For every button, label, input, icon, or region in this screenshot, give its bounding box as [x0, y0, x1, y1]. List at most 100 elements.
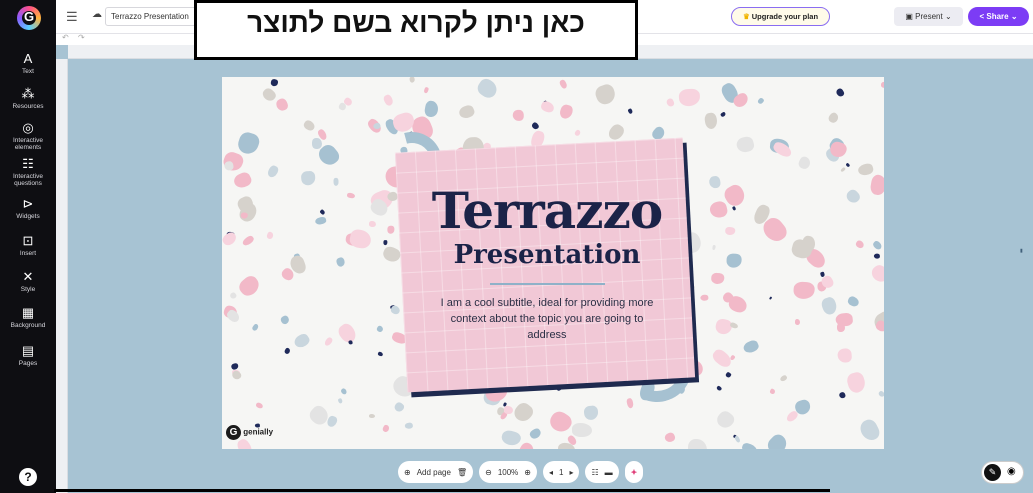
- list-icon[interactable]: ☷: [591, 468, 598, 477]
- present-icon: ▣: [905, 12, 916, 21]
- terrazzo-chip: [765, 431, 791, 449]
- sidebar-item-label: Pages: [18, 360, 38, 367]
- sidebar-item-widgets[interactable]: ⊳ Widgets: [0, 197, 56, 221]
- comment-icon[interactable]: ▬: [605, 468, 613, 477]
- view-options: ☷ ▬: [585, 461, 619, 483]
- share-label: Share: [986, 12, 1009, 21]
- terrazzo-chip: [877, 389, 884, 398]
- sidebar-item-text[interactable]: A Text: [0, 52, 56, 76]
- terrazzo-chip: [390, 304, 402, 316]
- zoom-control: ⊖ 100% ⊕: [479, 461, 537, 483]
- add-page-button[interactable]: ⊕ Add page 🗑: [398, 461, 474, 483]
- terrazzo-chip: [715, 409, 737, 432]
- upgrade-label: Upgrade your plan: [751, 12, 819, 21]
- terrazzo-chip: [376, 324, 385, 333]
- menu-icon[interactable]: ☰: [66, 9, 78, 25]
- sidebar-item-label: Interactive elements: [13, 137, 43, 151]
- sidebar-item-label: Interactive questions: [13, 173, 43, 187]
- sidebar-item-pages[interactable]: ▤ Pages: [0, 344, 56, 368]
- terrazzo-chip: [424, 100, 440, 119]
- terrazzo-chip: [266, 231, 275, 241]
- terrazzo-chip: [856, 162, 875, 178]
- terrazzo-chip: [725, 253, 742, 268]
- annotation-underline: [54, 489, 830, 492]
- terrazzo-chip: [347, 227, 372, 250]
- previous-page-icon[interactable]: ◂: [549, 468, 553, 477]
- terrazzo-chip: [283, 347, 292, 355]
- sidebar-item-interactive-elements[interactable]: ◎ Interactive elements: [0, 121, 56, 152]
- terrazzo-chip: [665, 98, 675, 108]
- help-button[interactable]: ?: [19, 468, 37, 486]
- terrazzo-chip: [369, 414, 376, 418]
- terrazzo-chip: [573, 129, 582, 138]
- terrazzo-chip: [677, 88, 701, 107]
- resources-icon: ⁂: [21, 86, 35, 101]
- sidebar-item-label: Style: [20, 286, 36, 293]
- present-button[interactable]: ▣ Present ⌄: [894, 7, 963, 26]
- terrazzo-chip: [838, 390, 847, 399]
- slide-title[interactable]: Terrazzo: [382, 181, 712, 240]
- crown-icon: ♛: [742, 12, 752, 21]
- divider: [490, 283, 605, 285]
- terrazzo-chip: [457, 103, 477, 120]
- terrazzo-chip: [251, 323, 260, 332]
- share-button[interactable]: < Share ⌄: [968, 7, 1029, 26]
- terrazzo-chip: [314, 215, 328, 226]
- terrazzo-chip: [854, 238, 866, 249]
- terrazzo-chip: [795, 319, 801, 325]
- terrazzo-chip: [382, 93, 395, 107]
- terrazzo-chip: [734, 434, 742, 443]
- next-page-icon[interactable]: ▸: [569, 468, 573, 477]
- upgrade-button[interactable]: ♛ Upgrade your plan: [731, 7, 830, 26]
- undo-icon[interactable]: ↶: [62, 33, 69, 42]
- terrazzo-chip: [869, 173, 884, 196]
- terrazzo-chip: [231, 169, 254, 191]
- terrazzo-chip: [724, 370, 732, 378]
- terrazzo-chip: [627, 107, 633, 114]
- terrazzo-chip: [716, 385, 723, 392]
- sidebar-item-interactive-questions[interactable]: ☷ Interactive questions: [0, 157, 56, 188]
- genially-logo-icon: G: [226, 425, 241, 440]
- trash-icon[interactable]: 🗑: [457, 468, 467, 477]
- slide-description[interactable]: I am a cool subtitle, ideal for providin…: [432, 295, 662, 343]
- sidebar-item-resources[interactable]: ⁂ Resources: [0, 86, 56, 111]
- terrazzo-chip: [323, 336, 334, 347]
- sidebar-item-insert[interactable]: ⊡ Insert: [0, 234, 56, 258]
- redo-icon[interactable]: ↷: [78, 33, 85, 42]
- page-navigator: ◂ 1 ▸: [543, 461, 580, 483]
- annotation-callout: כאן ניתן לקרוא בשם לתוצר: [194, 0, 638, 60]
- slide-subtitle[interactable]: Presentation: [382, 240, 712, 270]
- terrazzo-chip: [710, 346, 735, 371]
- plus-icon: ⊕: [404, 467, 411, 477]
- logo-letter: G: [23, 9, 35, 24]
- terrazzo-chip: [844, 162, 850, 169]
- cloud-icon: ☁: [92, 9, 102, 20]
- terrazzo-chip: [235, 130, 262, 157]
- ai-button[interactable]: ✦: [624, 461, 644, 483]
- terrazzo-chip: [796, 155, 813, 172]
- terrazzo-chip: [528, 426, 543, 440]
- terrazzo-chip: [422, 86, 429, 94]
- terrazzo-chip: [606, 121, 627, 143]
- chevron-down-icon: ⌄: [1010, 12, 1018, 21]
- edit-preview-toggle[interactable]: ✎ ◉: [981, 461, 1024, 484]
- sidebar-item-style[interactable]: ✕ Style: [0, 270, 56, 294]
- left-sidebar: G A Text ⁂ Resources ◎ Interactive eleme…: [0, 0, 56, 493]
- terrazzo-chip: [663, 430, 676, 443]
- terrazzo-chip: [793, 281, 815, 300]
- zoom-in-icon[interactable]: ⊕: [524, 468, 531, 477]
- terrazzo-chip: [880, 81, 884, 89]
- side-handle[interactable]: ▮: [1020, 248, 1023, 254]
- background-icon: ▦: [21, 305, 35, 320]
- slide-canvas[interactable]: Terrazzo Presentation I am a cool subtit…: [222, 77, 884, 449]
- zoom-out-icon[interactable]: ⊖: [485, 468, 492, 477]
- terrazzo-chip: [539, 99, 556, 115]
- terrazzo-chip: [228, 291, 237, 300]
- sidebar-item-background[interactable]: ▦ Background: [0, 305, 56, 330]
- sparkle-icon: ✦: [630, 467, 638, 477]
- terrazzo-chip: [319, 209, 326, 216]
- add-page-label: Add page: [416, 467, 451, 477]
- terrazzo-chip: [236, 272, 263, 299]
- terrazzo-chip: [846, 295, 861, 309]
- genially-logo-icon[interactable]: G: [17, 6, 41, 30]
